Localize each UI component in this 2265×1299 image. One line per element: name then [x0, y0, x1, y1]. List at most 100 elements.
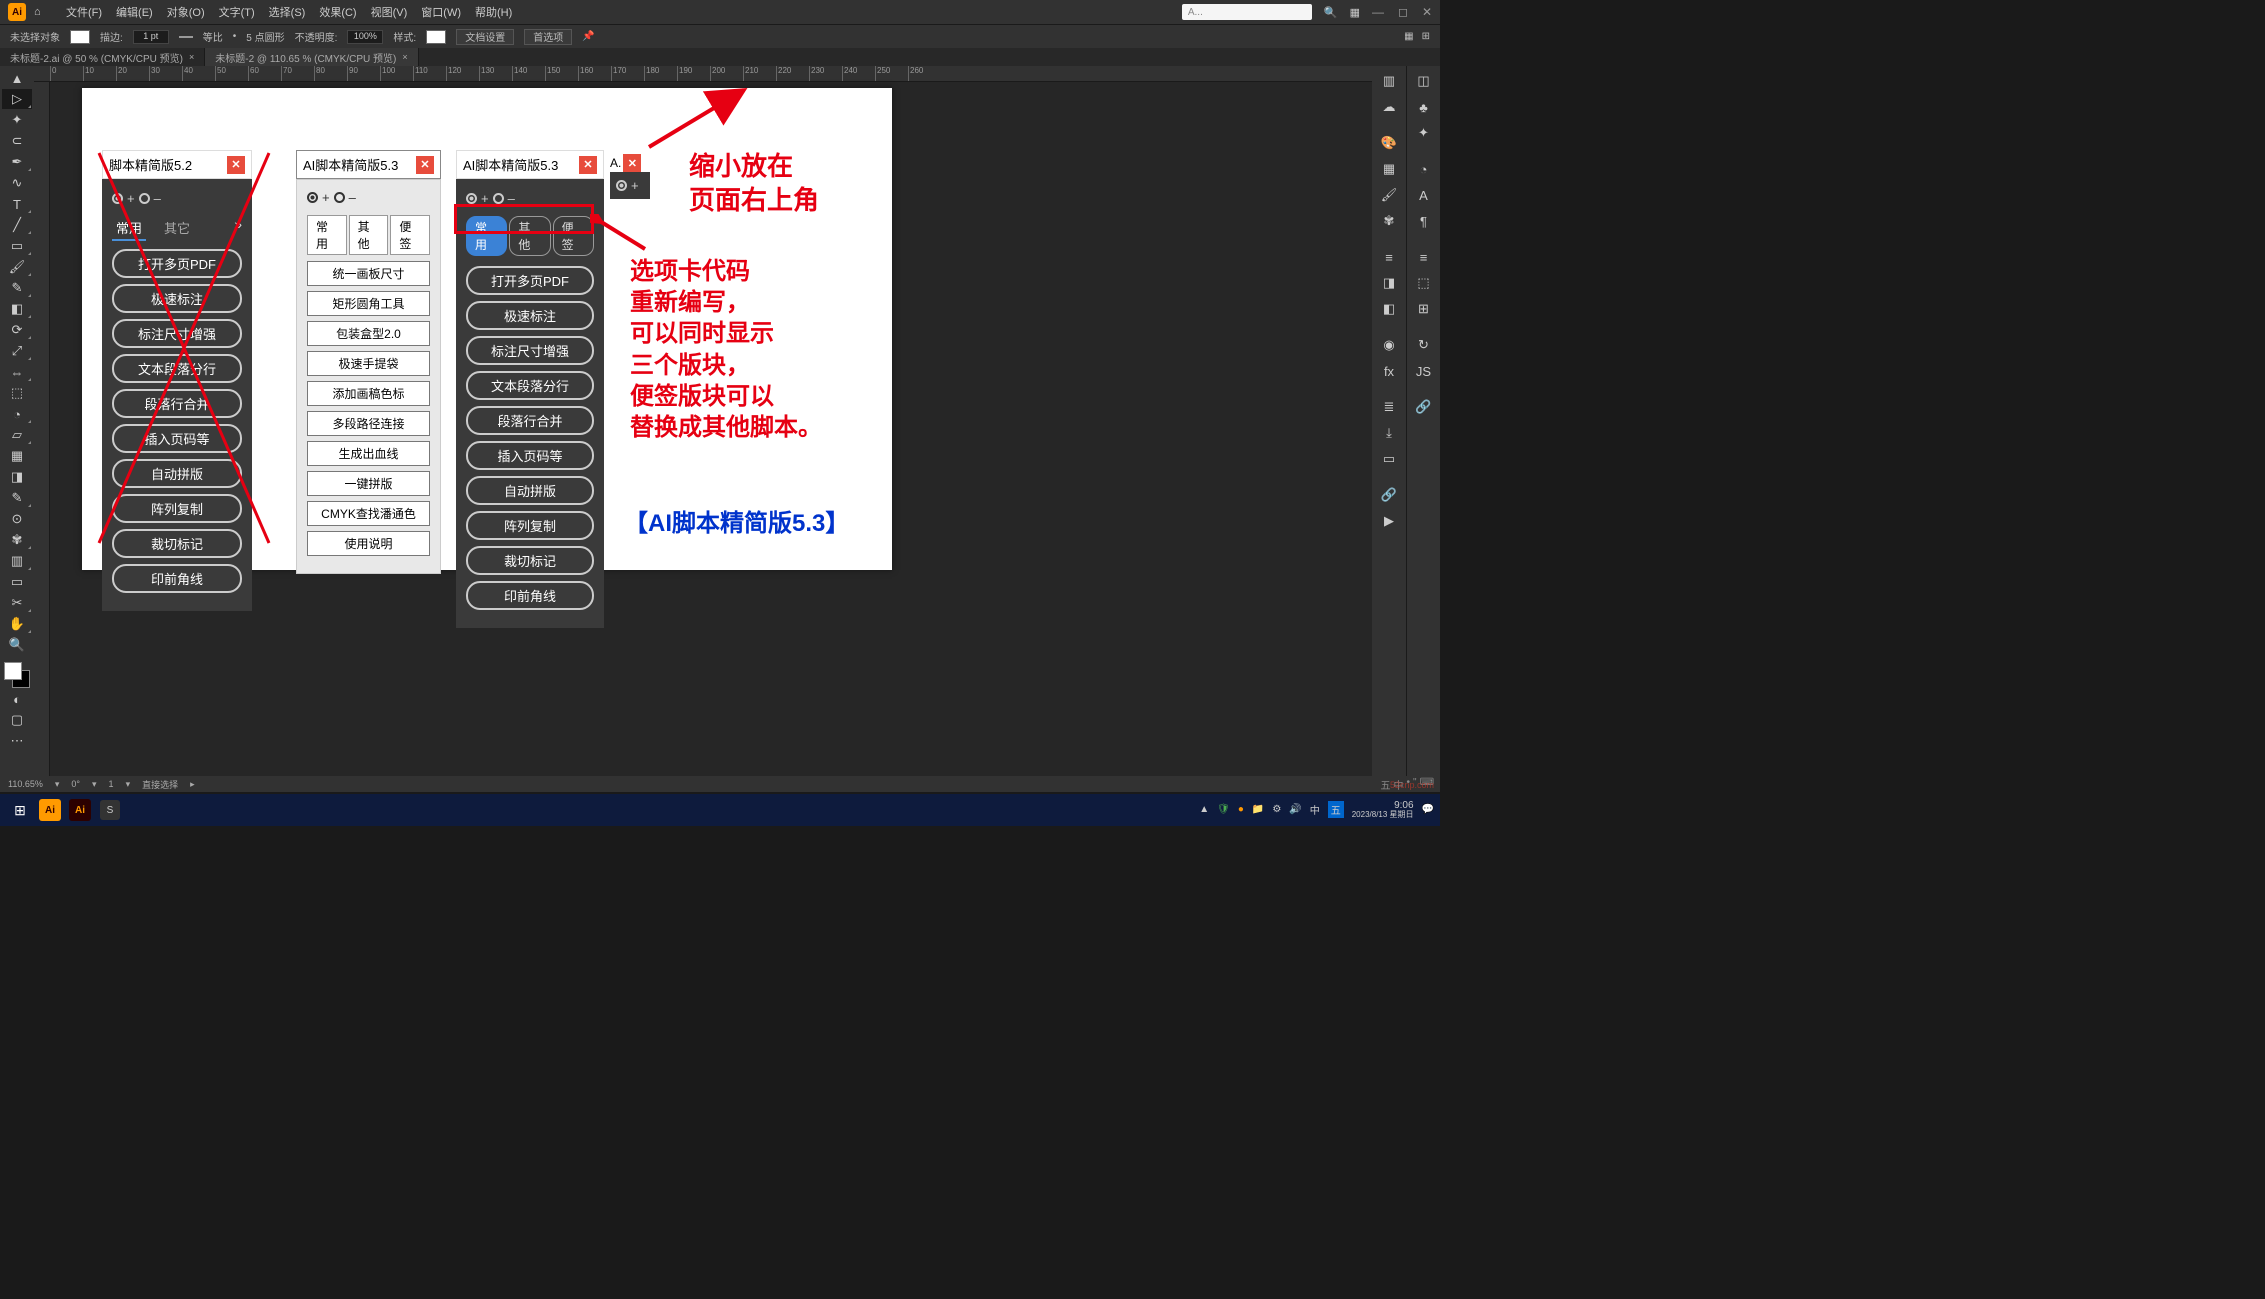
- script-button[interactable]: 阵列复制: [466, 511, 594, 540]
- tab-close-icon[interactable]: ×: [402, 52, 407, 62]
- tray-icon[interactable]: 🛡: [1217, 804, 1230, 815]
- panel-icon[interactable]: ≡: [1407, 244, 1440, 270]
- radio-filled-icon[interactable]: [466, 193, 477, 204]
- script-button[interactable]: 多段路径连接: [307, 411, 430, 436]
- menu-effect[interactable]: 效果(C): [319, 4, 356, 20]
- script-button[interactable]: 一键拼版: [307, 471, 430, 496]
- panel-icon[interactable]: ✦: [1407, 120, 1440, 146]
- artboard-tool[interactable]: ▭: [2, 572, 32, 592]
- brushes-panel-icon[interactable]: 🖌: [1372, 182, 1406, 208]
- script-button[interactable]: 统一画板尺寸: [307, 261, 430, 286]
- menu-select[interactable]: 选择(S): [269, 4, 306, 20]
- appearance-panel-icon[interactable]: ◉: [1372, 332, 1406, 358]
- script-button[interactable]: 使用说明: [307, 531, 430, 556]
- play-icon[interactable]: ▶: [1372, 508, 1406, 534]
- symbol-tool[interactable]: ✾: [2, 530, 32, 550]
- menu-object[interactable]: 对象(O): [167, 4, 205, 20]
- hand-tool[interactable]: ✋: [2, 614, 32, 634]
- tab-notes[interactable]: 便签: [553, 216, 594, 256]
- tab-close-icon[interactable]: ×: [189, 52, 194, 62]
- script-button[interactable]: 自动拼版: [466, 476, 594, 505]
- corner-label[interactable]: 5 点圆形: [246, 29, 284, 44]
- ime-icon[interactable]: 五: [1328, 801, 1344, 818]
- radio-filled-icon[interactable]: [616, 180, 627, 191]
- swatches-panel-icon[interactable]: ▦: [1372, 156, 1406, 182]
- color-mode-icon[interactable]: ◐: [2, 689, 32, 709]
- script-button[interactable]: CMYK查找潘通色: [307, 501, 430, 526]
- minimize-icon[interactable]: —: [1372, 5, 1384, 19]
- lasso-tool[interactable]: ⊂: [2, 131, 32, 151]
- edit-toolbar-icon[interactable]: ⋯: [2, 731, 32, 751]
- prefs-button[interactable]: 首选项: [524, 29, 572, 45]
- layers-panel-icon[interactable]: ≣: [1372, 394, 1406, 420]
- rotation-angle[interactable]: 0°: [71, 779, 80, 789]
- tab-common[interactable]: 常用: [112, 216, 146, 241]
- clock-date[interactable]: 2023/8/13 星期日: [1352, 811, 1414, 820]
- panel-icon[interactable]: ▦: [1404, 31, 1413, 42]
- taskbar-app[interactable]: Ai: [66, 797, 94, 823]
- start-button[interactable]: ⊞: [6, 797, 34, 823]
- script-button[interactable]: 标注尺寸增强: [466, 336, 594, 365]
- arrange-icon[interactable]: ▦: [1350, 6, 1360, 19]
- close-button[interactable]: ✕: [416, 156, 434, 174]
- gradient-tool[interactable]: ◨: [2, 467, 32, 487]
- search-icon[interactable]: 🔍: [1324, 6, 1338, 19]
- color-panel-icon[interactable]: 🎨: [1372, 130, 1406, 156]
- artboard-nav[interactable]: 1: [109, 779, 114, 789]
- script-button[interactable]: 文本段落分行: [466, 371, 594, 400]
- script-button[interactable]: 裁切标记: [466, 546, 594, 575]
- script-button[interactable]: 插入页码等: [112, 424, 242, 453]
- script-button[interactable]: 极速手提袋: [307, 351, 430, 376]
- paintbrush-tool[interactable]: 🖌: [2, 257, 32, 277]
- menu-window[interactable]: 窗口(W): [421, 4, 461, 20]
- stroke-value[interactable]: 1 pt: [133, 30, 169, 44]
- menu-help[interactable]: 帮助(H): [475, 4, 512, 20]
- doc-tab-1[interactable]: 未标题-2.ai @ 50 % (CMYK/CPU 预览)×: [0, 48, 205, 66]
- links-panel-icon[interactable]: 🔗: [1372, 482, 1406, 508]
- screen-mode-icon[interactable]: ▢: [2, 710, 32, 730]
- script-button[interactable]: 添加画稿色标: [307, 381, 430, 406]
- graph-tool[interactable]: ▥: [2, 551, 32, 571]
- notifications-icon[interactable]: 💬: [1422, 804, 1434, 815]
- pen-tool[interactable]: ✒: [2, 152, 32, 172]
- script-button[interactable]: 标注尺寸增强: [112, 319, 242, 348]
- type-tool[interactable]: T: [2, 194, 32, 214]
- eraser-tool[interactable]: ◧: [2, 299, 32, 319]
- close-button[interactable]: ✕: [227, 156, 245, 174]
- script-button[interactable]: 生成出血线: [307, 441, 430, 466]
- script-button[interactable]: 阵列复制: [112, 494, 242, 523]
- panel-icon[interactable]: ◫: [1407, 68, 1440, 94]
- slice-tool[interactable]: ✂: [2, 593, 32, 613]
- script-button[interactable]: 文本段落分行: [112, 354, 242, 383]
- free-transform-tool[interactable]: ⬚: [2, 383, 32, 403]
- panel-icon[interactable]: ⬚: [1407, 270, 1440, 296]
- close-button[interactable]: ✕: [623, 154, 641, 172]
- script-button[interactable]: 段落行合并: [112, 389, 242, 418]
- script-button[interactable]: 极速标注: [112, 284, 242, 313]
- radio-empty-icon[interactable]: [334, 192, 345, 203]
- asset-export-panel-icon[interactable]: ⤓: [1372, 420, 1406, 446]
- scale-tool[interactable]: ⤢: [2, 341, 32, 361]
- script-button[interactable]: 印前角线: [466, 581, 594, 610]
- eyedropper-tool[interactable]: ✎: [2, 488, 32, 508]
- maximize-icon[interactable]: ◻: [1398, 5, 1408, 19]
- panel-icon[interactable]: ♣: [1407, 94, 1440, 120]
- artboards-panel-icon[interactable]: ▭: [1372, 446, 1406, 472]
- radio-empty-icon[interactable]: [493, 193, 504, 204]
- script-button[interactable]: 极速标注: [466, 301, 594, 330]
- script-button[interactable]: 印前角线: [112, 564, 242, 593]
- width-tool[interactable]: ⇔: [2, 362, 32, 382]
- volume-icon[interactable]: 🔊: [1289, 804, 1301, 815]
- panel-icon[interactable]: JS: [1407, 358, 1440, 384]
- tab-other[interactable]: 其他: [509, 216, 550, 256]
- fill-swatch[interactable]: [70, 30, 90, 44]
- curvature-tool[interactable]: ∿: [2, 173, 32, 193]
- symbols-panel-icon[interactable]: ✾: [1372, 208, 1406, 234]
- radio-filled-icon[interactable]: [307, 192, 318, 203]
- script-button[interactable]: 打开多页PDF: [112, 249, 242, 278]
- tab-other[interactable]: 其他: [349, 215, 389, 255]
- libraries-panel-icon[interactable]: ☁: [1372, 94, 1406, 120]
- line-tool[interactable]: ╱: [2, 215, 32, 235]
- tab-notes[interactable]: 便签: [390, 215, 430, 255]
- script-button[interactable]: 包装盒型2.0: [307, 321, 430, 346]
